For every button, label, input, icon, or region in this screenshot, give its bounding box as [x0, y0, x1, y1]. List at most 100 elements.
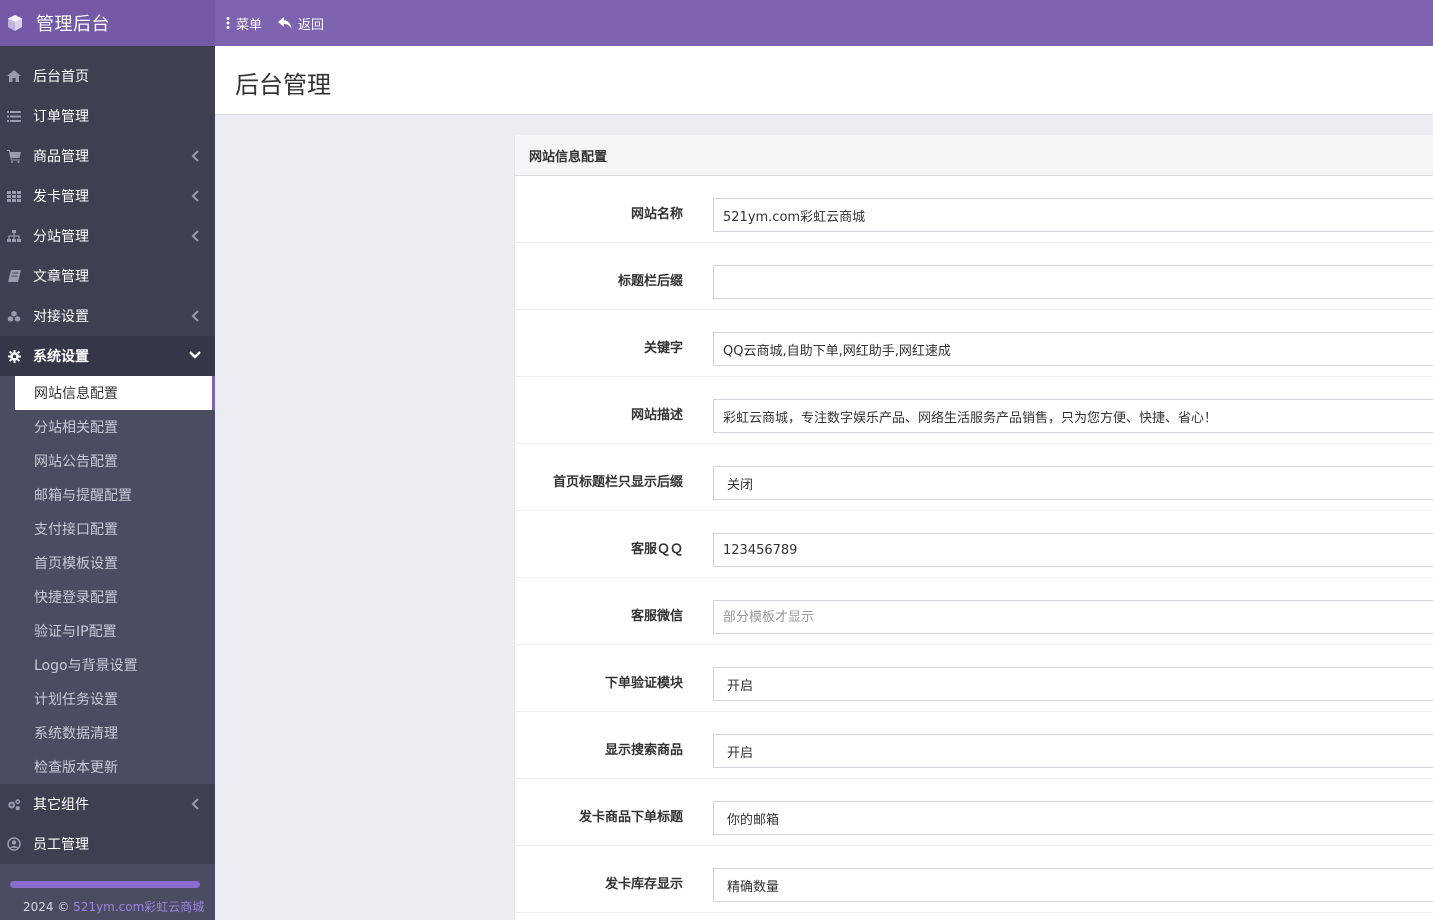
order-verify-select[interactable]: 开启 — [713, 667, 1433, 701]
form-row-site-name: 网站名称 — [515, 176, 1433, 243]
sidebar-item-staff[interactable]: 员工管理 — [0, 824, 215, 864]
form-row-card-order-title: 发卡商品下单标题 你的邮箱 — [515, 779, 1433, 846]
title-suffix-input[interactable] — [713, 265, 1433, 299]
top-navbar: 管理后台 菜单 返回 — [0, 0, 1433, 46]
form-row-service-qq: 客服ＱＱ — [515, 511, 1433, 578]
grid-icon — [7, 189, 21, 203]
submenu-item[interactable]: 网站公告配置 — [0, 444, 215, 478]
form-row-show-search: 显示搜索商品 开启 — [515, 712, 1433, 779]
title-suffix-only-select[interactable]: 关闭 — [713, 466, 1433, 500]
page-header: 后台管理 — [215, 46, 1433, 115]
card-stock-display-select[interactable]: 精确数量 — [713, 868, 1433, 902]
sidebar-item-label: 对接设置 — [33, 309, 89, 325]
title-suffix-label: 标题栏后缀 — [617, 274, 683, 289]
chevron-left-icon — [191, 310, 201, 322]
service-qq-input[interactable] — [713, 533, 1433, 567]
settings-panel: 网站信息配置 网站名称 标题栏后缀 关键字 网站描述 首页标题栏只显示后缀 关闭… — [514, 135, 1433, 920]
show-search-select[interactable]: 开启 — [713, 734, 1433, 768]
sidebar-item-orders[interactable]: 订单管理 — [0, 96, 215, 136]
ellipsis-vertical-icon — [226, 17, 230, 29]
menu-toggle-button[interactable]: 菜单 — [226, 14, 262, 33]
submenu-item[interactable]: Logo与背景设置 — [0, 648, 215, 682]
form-row-keywords: 关键字 — [515, 310, 1433, 377]
form-row-order-verify: 下单验证模块 开启 — [515, 645, 1433, 712]
form-row-service-wechat: 客服微信 — [515, 578, 1433, 645]
sidebar-item-label: 系统设置 — [33, 349, 89, 365]
card-order-title-label: 发卡商品下单标题 — [578, 810, 683, 825]
footer-prefix: 2024 © — [23, 900, 74, 914]
chevron-left-icon — [191, 798, 201, 810]
service-qq-label: 客服ＱＱ — [630, 542, 683, 557]
sidebar-item-cards[interactable]: 发卡管理 — [0, 176, 215, 216]
submenu-item[interactable]: 邮箱与提醒配置 — [0, 478, 215, 512]
submenu-item[interactable]: 首页模板设置 — [0, 546, 215, 580]
sidebar-item-label: 订单管理 — [33, 109, 89, 125]
keywords-input[interactable] — [713, 332, 1433, 366]
submenu-item[interactable]: 检查版本更新 — [0, 750, 215, 784]
sidebar-item-label: 员工管理 — [33, 837, 89, 853]
brand[interactable]: 管理后台 — [0, 0, 215, 46]
back-label: 返回 — [298, 17, 325, 33]
submenu-item[interactable]: 系统数据清理 — [0, 716, 215, 750]
list-icon — [7, 109, 21, 123]
user-circle-icon — [7, 837, 21, 851]
sidebar-item-substations[interactable]: 分站管理 — [0, 216, 215, 256]
footer-link[interactable]: 521ym.com彩虹云商城 — [73, 900, 204, 914]
keywords-label: 关键字 — [643, 341, 683, 356]
gear-icon — [7, 349, 21, 363]
form-row-description: 网站描述 — [515, 377, 1433, 444]
submenu-item[interactable]: 网站信息配置 — [15, 376, 215, 410]
site-name-label: 网站名称 — [630, 207, 683, 222]
chevron-left-icon — [191, 150, 201, 162]
form-row-card-stock-display: 发卡库存显示 精确数量 — [515, 846, 1433, 913]
cube-icon — [6, 14, 24, 32]
chevron-down-icon — [189, 351, 201, 363]
sidebar-item-label: 文章管理 — [33, 269, 89, 285]
form-row-title-suffix-only: 首页标题栏只显示后缀 关闭 — [515, 444, 1433, 511]
service-wechat-input[interactable] — [713, 600, 1433, 634]
submenu-item[interactable]: 支付接口配置 — [0, 512, 215, 546]
sitemap-icon — [7, 229, 21, 243]
submenu-item[interactable]: 计划任务设置 — [0, 682, 215, 716]
sidebar-item-system-settings[interactable]: 系统设置 — [0, 336, 215, 376]
card-order-title-select[interactable]: 你的邮箱 — [713, 801, 1433, 835]
chevron-left-icon — [191, 230, 201, 242]
sidebar-item-label: 分站管理 — [33, 229, 89, 245]
sidebar-item-articles[interactable]: 文章管理 — [0, 256, 215, 296]
submenu-item[interactable]: 分站相关配置 — [0, 410, 215, 444]
brand-title: 管理后台 — [36, 14, 110, 35]
sidebar-item-label: 商品管理 — [33, 149, 89, 165]
menu-label: 菜单 — [236, 17, 263, 33]
sidebar-item-label: 发卡管理 — [33, 189, 89, 205]
sidebar-item-other-components[interactable]: 其它组件 — [0, 784, 215, 824]
service-wechat-label: 客服微信 — [630, 609, 683, 624]
chevron-left-icon — [191, 190, 201, 202]
submenu-item[interactable]: 验证与IP配置 — [0, 614, 215, 648]
description-label: 网站描述 — [630, 408, 683, 423]
sidebar-item-label: 后台首页 — [33, 69, 89, 85]
book-icon — [7, 269, 21, 283]
sidebar-item-home[interactable]: 后台首页 — [0, 56, 215, 96]
cart-icon — [7, 149, 21, 163]
panel-heading: 网站信息配置 — [515, 135, 1433, 176]
show-search-label: 显示搜索商品 — [604, 743, 683, 758]
cubes-icon — [7, 309, 21, 323]
back-button[interactable]: 返回 — [278, 14, 324, 33]
page-title: 后台管理 — [235, 71, 331, 99]
sidebar-footer: 2024 © 521ym.com彩虹云商城 — [0, 872, 215, 920]
sidebar-item-docking[interactable]: 对接设置 — [0, 296, 215, 336]
card-stock-display-label: 发卡库存显示 — [604, 877, 683, 892]
reply-icon — [278, 16, 292, 30]
site-name-input[interactable] — [713, 198, 1433, 232]
form-row-title-suffix: 标题栏后缀 — [515, 243, 1433, 310]
footer-copyright: 2024 © 521ym.com彩虹云商城 — [23, 898, 204, 915]
sidebar-item-products[interactable]: 商品管理 — [0, 136, 215, 176]
sidebar-item-label: 其它组件 — [33, 797, 89, 813]
submenu-item[interactable]: 快捷登录配置 — [0, 580, 215, 614]
sidebar: 后台首页 订单管理 商品管理 发卡管理 分站管理 文章管理 对接设置 系统设置 … — [0, 46, 215, 920]
footer-bar — [10, 881, 200, 888]
description-input[interactable] — [713, 399, 1433, 433]
gears-icon — [7, 797, 21, 811]
title-suffix-only-label: 首页标题栏只显示后缀 — [552, 475, 683, 490]
system-settings-submenu: 网站信息配置 分站相关配置 网站公告配置 邮箱与提醒配置 支付接口配置 首页模板… — [0, 376, 215, 784]
